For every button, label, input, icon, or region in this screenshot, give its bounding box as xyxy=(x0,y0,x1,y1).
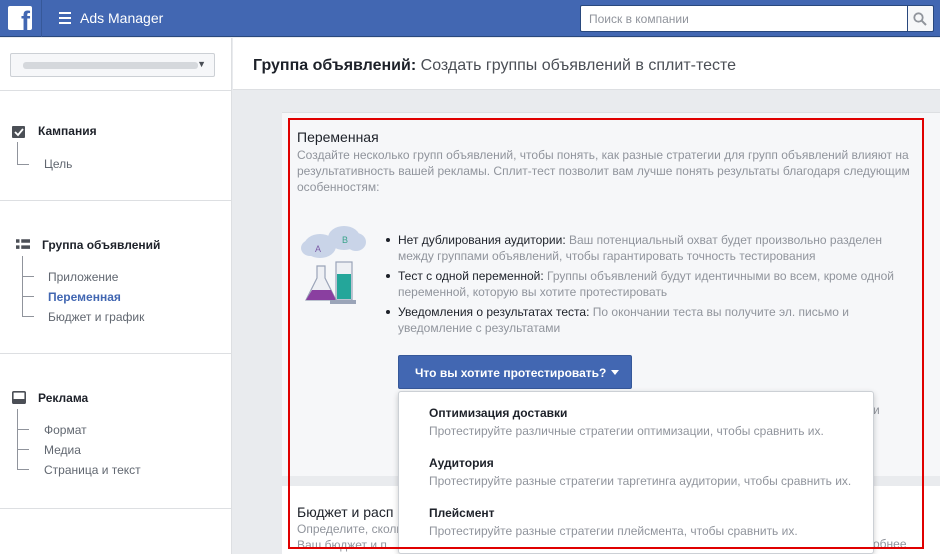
test-variable-dropdown: Оптимизация доставки Протестируйте разли… xyxy=(398,391,874,554)
divider xyxy=(0,508,231,509)
sidebar-section-campaign[interactable]: Кампания xyxy=(38,124,97,138)
page-title: Группа объявлений: Создать группы объявл… xyxy=(253,57,737,74)
variable-title: Переменная xyxy=(297,129,379,145)
list-item: Уведомления о результатах теста: По окон… xyxy=(384,304,914,336)
option-delivery-optimization[interactable]: Оптимизация доставки Протестируйте разли… xyxy=(429,406,824,438)
sidebar-section-ad-set[interactable]: Группа объявлений xyxy=(42,238,160,252)
partial-text: и xyxy=(873,403,880,417)
sidebar-item-variable[interactable]: Переменная xyxy=(48,290,121,304)
budget-title: Бюджет и расп xyxy=(297,504,394,520)
page-header: Группа объявлений: Создать группы объявл… xyxy=(233,38,940,90)
search-input[interactable]: Поиск в компании xyxy=(580,5,908,32)
split-test-illustration: A B xyxy=(301,226,366,304)
list-item: Тест с одной переменной: Группы объявлен… xyxy=(384,268,914,300)
caret-down-icon xyxy=(611,370,620,375)
sidebar-item-page-text[interactable]: Страница и текст xyxy=(44,463,141,477)
divider xyxy=(41,0,42,37)
ad-icon xyxy=(12,391,26,404)
facebook-logo[interactable]: f xyxy=(8,6,32,30)
divider xyxy=(0,200,231,201)
variable-description: Создайте несколько групп объявлений, что… xyxy=(297,148,910,194)
svg-text:A: A xyxy=(315,244,321,254)
search-button[interactable] xyxy=(908,5,934,32)
sidebar-item-objective[interactable]: Цель xyxy=(44,157,72,171)
search-icon xyxy=(913,12,927,26)
top-bar: f Ads Manager Поиск в компании xyxy=(0,0,940,37)
sidebar-section-ad[interactable]: Реклама xyxy=(38,391,88,405)
account-selector[interactable]: ▼ xyxy=(10,53,215,77)
grid-icon xyxy=(16,239,30,249)
checkbox-icon xyxy=(12,126,25,138)
sidebar: ▼ Кампания Цель Группа объявлений Прилож… xyxy=(0,38,232,554)
svg-text:B: B xyxy=(342,235,348,245)
sidebar-item-format[interactable]: Формат xyxy=(44,423,87,437)
sidebar-item-app[interactable]: Приложение xyxy=(48,270,118,284)
list-item: Нет дублирования аудитории: Ваш потенциа… xyxy=(384,232,914,264)
divider xyxy=(0,90,231,91)
sidebar-item-budget-schedule[interactable]: Бюджет и график xyxy=(48,310,144,324)
app-title[interactable]: Ads Manager xyxy=(80,10,163,26)
sidebar-item-media[interactable]: Медиа xyxy=(44,443,81,457)
hamburger-menu-icon[interactable] xyxy=(59,12,71,24)
partial-text: обнее xyxy=(873,537,907,551)
chevron-down-icon: ▼ xyxy=(197,59,206,69)
divider xyxy=(0,353,231,354)
option-placement[interactable]: Плейсмент Протестируйте разные стратегии… xyxy=(429,506,798,538)
features-list: Нет дублирования аудитории: Ваш потенциа… xyxy=(384,232,914,340)
what-to-test-button[interactable]: Что вы хотите протестировать? xyxy=(398,355,632,389)
option-audience[interactable]: Аудитория Протестируйте разные стратегии… xyxy=(429,456,851,488)
account-name-blurred xyxy=(23,62,198,69)
